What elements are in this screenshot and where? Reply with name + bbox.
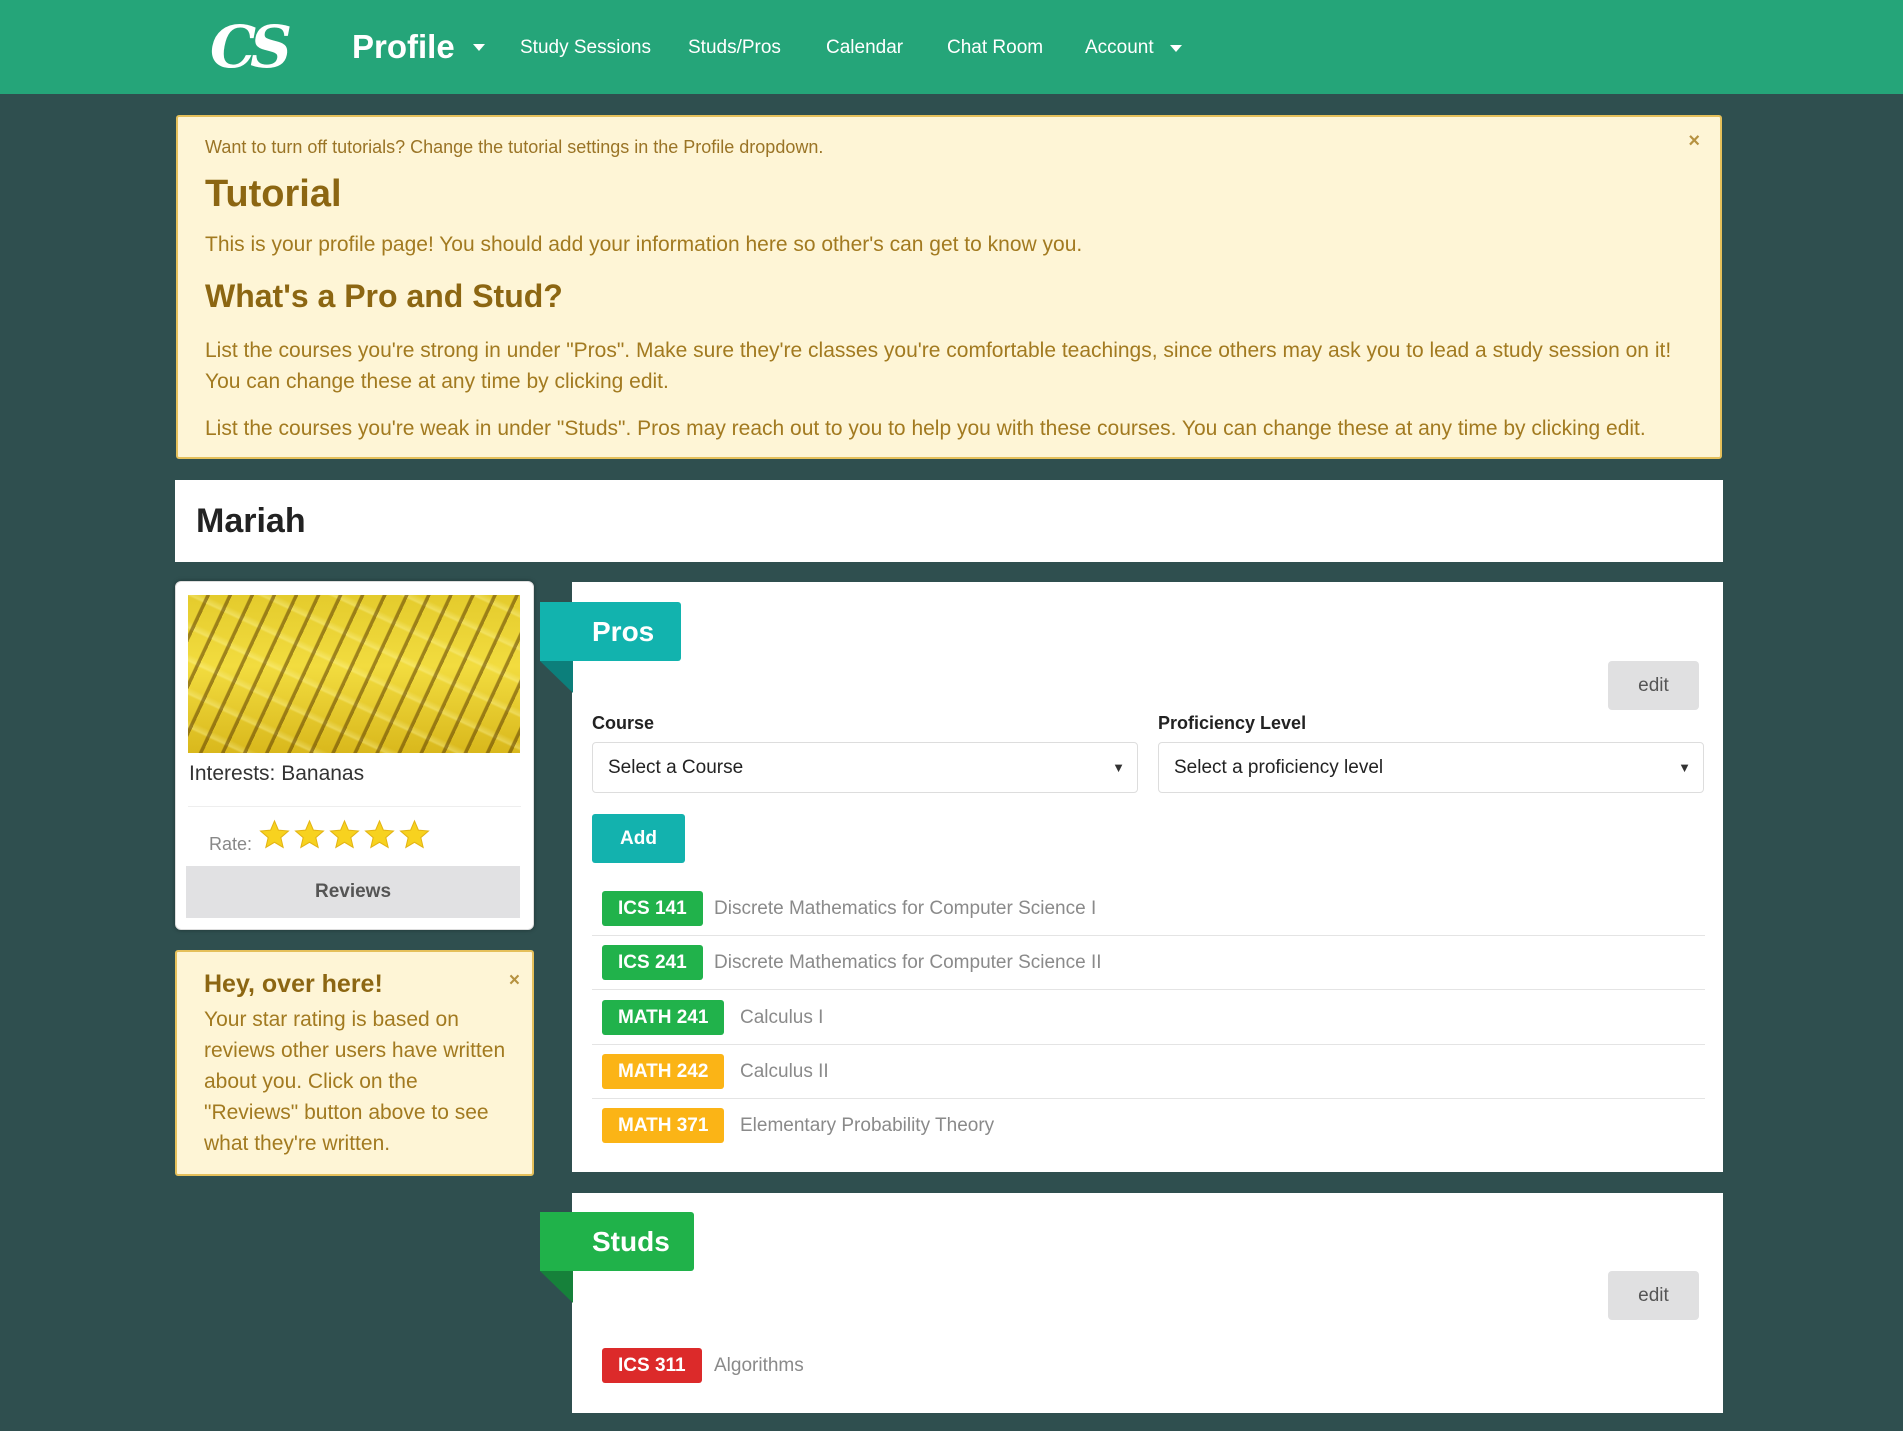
chevron-down-icon	[1169, 44, 1182, 52]
stud-course-row: ICS 311 Algorithms	[592, 1339, 1705, 1393]
profile-interests: Interests: Bananas	[189, 762, 365, 785]
rate-label: Rate:	[209, 834, 253, 854]
tutorial-note: Want to turn off tutorials? Change the t…	[205, 137, 824, 157]
proficiency-select[interactable]: Select a proficiency level ▼	[1158, 742, 1704, 793]
course-name: Discrete Mathematics for Computer Scienc…	[714, 952, 1102, 973]
ribbon-fold	[540, 1271, 573, 1303]
hint-title: Hey, over here!	[204, 970, 383, 998]
profile-picture	[188, 595, 520, 753]
course-code-badge: ICS 311	[602, 1348, 702, 1383]
account-dropdown-label: Account	[1085, 37, 1154, 58]
course-code-badge: MATH 371	[602, 1108, 725, 1143]
tutorial-title: Tutorial	[205, 173, 342, 215]
course-select-value: Select a Course	[608, 757, 744, 778]
account-dropdown[interactable]: Account	[1085, 34, 1182, 62]
nav-study-sessions[interactable]: Study Sessions	[520, 34, 651, 62]
course-select[interactable]: Select a Course ▼	[592, 742, 1138, 793]
profile-dropdown-label: Profile	[352, 28, 455, 65]
close-icon[interactable]: ×	[1688, 131, 1700, 151]
pro-course-row: ICS 141 Discrete Mathematics for Compute…	[592, 882, 1705, 936]
studs-ribbon: Studs	[540, 1212, 694, 1271]
course-label: Course	[592, 713, 655, 733]
course-name: Discrete Mathematics for Computer Scienc…	[714, 898, 1097, 919]
course-name: Elementary Probability Theory	[740, 1115, 995, 1136]
pro-course-row: MATH 371 Elementary Probability Theory	[592, 1099, 1705, 1153]
profile-name-header: Mariah	[175, 480, 1723, 562]
star-rating[interactable]	[259, 819, 430, 850]
star-icon[interactable]	[329, 819, 360, 850]
hint-text: Your star rating is based on reviews oth…	[204, 1008, 506, 1155]
add-course-button[interactable]: Add	[592, 814, 685, 863]
top-navbar: CS Profile Study Sessions Studs/Pros Cal…	[0, 0, 1903, 94]
chevron-down-icon: ▼	[1678, 760, 1691, 775]
nav-calendar[interactable]: Calendar	[826, 34, 903, 62]
profile-dropdown[interactable]: Profile	[352, 24, 485, 70]
course-code-badge: ICS 141	[602, 891, 703, 926]
nav-studs-pros[interactable]: Studs/Pros	[688, 34, 781, 62]
course-name: Calculus II	[740, 1061, 829, 1082]
pro-course-row: MATH 242 Calculus II	[592, 1045, 1705, 1099]
divider	[188, 806, 521, 807]
star-icon[interactable]	[399, 819, 430, 850]
chevron-down-icon: ▼	[1112, 760, 1125, 775]
reviews-button[interactable]: Reviews	[186, 866, 520, 918]
tutorial-subtitle: What's a Pro and Stud?	[205, 278, 563, 314]
studs-edit-button[interactable]: edit	[1608, 1271, 1699, 1320]
course-code-badge: MATH 242	[602, 1054, 725, 1089]
profile-card: Interests: Bananas Rate: Reviews	[175, 581, 534, 930]
tutorial-alert: × Want to turn off tutorials? Change the…	[176, 115, 1722, 459]
course-code-badge: ICS 241	[602, 945, 703, 980]
star-icon[interactable]	[364, 819, 395, 850]
star-icon[interactable]	[294, 819, 325, 850]
tutorial-intro: This is your profile page! You should ad…	[205, 233, 1083, 256]
site-logo[interactable]: CS	[210, 14, 292, 80]
chevron-down-icon	[472, 43, 485, 51]
course-name: Calculus I	[740, 1007, 824, 1028]
course-code-badge: MATH 241	[602, 1000, 725, 1035]
profile-name: Mariah	[196, 502, 306, 540]
pro-course-row: MATH 241 Calculus I	[592, 991, 1705, 1045]
ribbon-fold	[540, 661, 573, 693]
rating-hint-alert: × Hey, over here! Your star rating is ba…	[175, 950, 534, 1176]
star-icon[interactable]	[259, 819, 290, 850]
tutorial-pros-text: List the courses you're strong in under …	[205, 339, 1672, 393]
proficiency-label: Proficiency Level	[1158, 713, 1307, 733]
close-icon[interactable]: ×	[509, 970, 520, 992]
nav-chat-room[interactable]: Chat Room	[947, 34, 1043, 62]
course-name: Algorithms	[714, 1355, 804, 1376]
pro-course-row: ICS 241 Discrete Mathematics for Compute…	[592, 936, 1705, 990]
pros-ribbon: Pros	[540, 602, 681, 661]
proficiency-select-value: Select a proficiency level	[1174, 757, 1384, 778]
tutorial-studs-text: List the courses you're weak in under "S…	[205, 417, 1646, 440]
pros-edit-button[interactable]: edit	[1608, 661, 1699, 710]
